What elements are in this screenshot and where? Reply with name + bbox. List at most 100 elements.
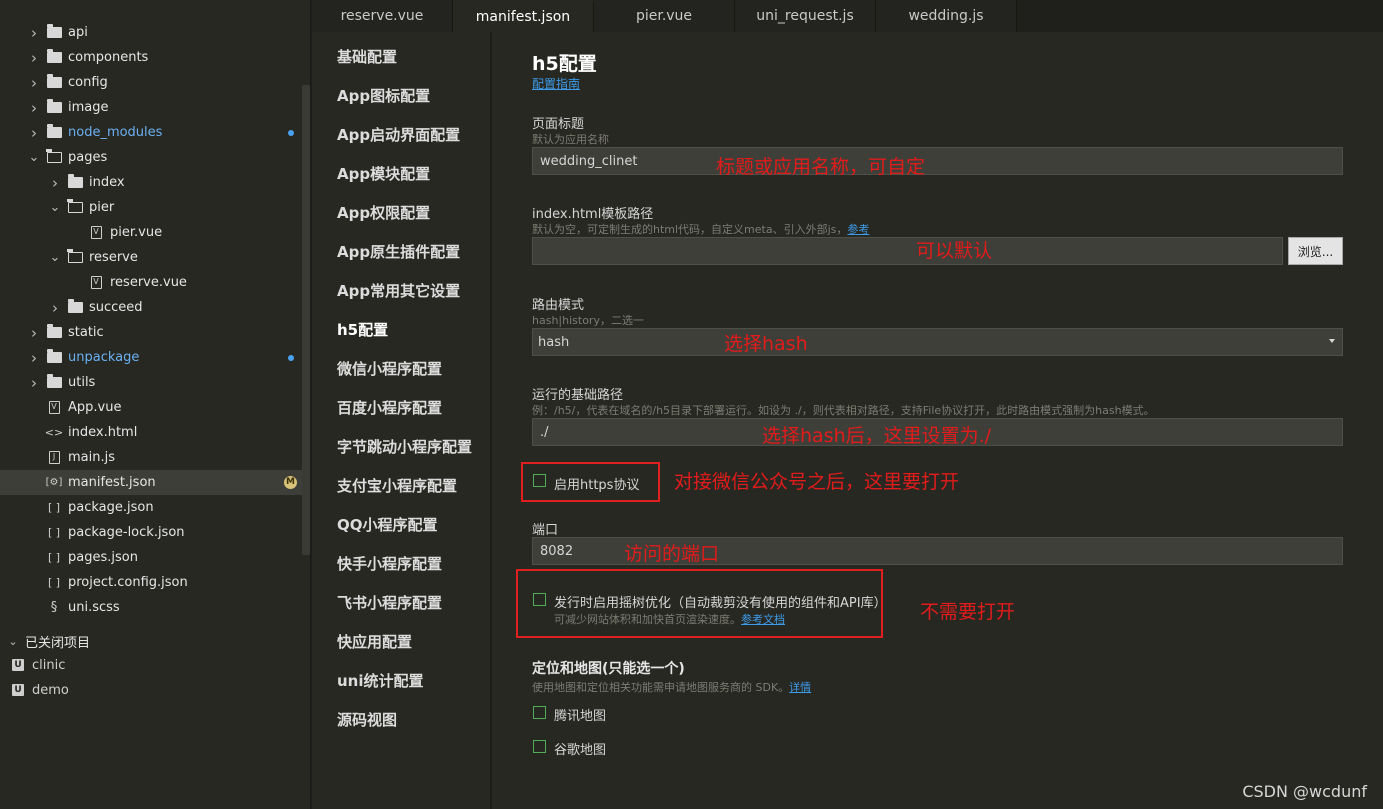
- settings-nav-item[interactable]: 快手小程序配置: [337, 553, 442, 574]
- file-item[interactable]: <> index.html: [0, 420, 302, 445]
- icon-glyph: [67, 299, 83, 313]
- dropdown-arrow-icon: [1329, 339, 1335, 343]
- settings-nav-item[interactable]: App启动界面配置: [337, 124, 460, 145]
- chevron-right-icon[interactable]: ›: [27, 74, 41, 92]
- settings-nav-item[interactable]: QQ小程序配置: [337, 514, 438, 535]
- icon-glyph: [67, 174, 83, 188]
- section-title: h5配置: [532, 53, 597, 75]
- chevron-right-icon[interactable]: ›: [27, 349, 41, 367]
- folder-icon: [46, 349, 62, 365]
- icon-glyph: [67, 199, 83, 213]
- settings-nav-item[interactable]: 百度小程序配置: [337, 397, 442, 418]
- chevron-down-icon[interactable]: ⌄: [27, 150, 41, 165]
- settings-nav-item[interactable]: App权限配置: [337, 202, 430, 223]
- router-mode-select[interactable]: hash: [532, 328, 1343, 356]
- chevron-right-icon[interactable]: ›: [27, 124, 41, 142]
- icon-glyph: [ ]: [47, 501, 61, 514]
- folder-open-icon: [67, 249, 83, 265]
- folder-icon: [67, 299, 83, 315]
- folder-item[interactable]: › node_modules: [0, 120, 302, 145]
- settings-nav-item[interactable]: 基础配置: [337, 46, 397, 67]
- closed-project-item[interactable]: U clinic: [0, 653, 302, 677]
- chevron-right-icon[interactable]: ›: [48, 299, 62, 317]
- template-reference-link[interactable]: 参考: [847, 223, 869, 236]
- settings-nav-item[interactable]: App原生插件配置: [337, 241, 460, 262]
- folder-item[interactable]: › unpackage: [0, 345, 302, 370]
- csdn-watermark: CSDN @wcdunf: [1242, 782, 1367, 801]
- router-mode-hint: hash|history，二选一: [532, 314, 644, 327]
- settings-nav-item[interactable]: 字节跳动小程序配置: [337, 436, 472, 457]
- settings-nav-item[interactable]: App常用其它设置: [337, 280, 460, 301]
- uni-project-icon: U: [12, 659, 24, 671]
- tree-shaking-hint-text: 可减少网站体积和加快首页渲染速度。: [554, 613, 741, 626]
- maps-detail-link[interactable]: 详情: [789, 681, 811, 694]
- folder-item[interactable]: › index: [0, 170, 302, 195]
- folder-item[interactable]: ⌄ pages: [0, 145, 302, 170]
- chevron-down-icon[interactable]: ⌄: [48, 250, 62, 265]
- settings-nav-item[interactable]: h5配置: [337, 319, 388, 340]
- closed-project-item[interactable]: U demo: [0, 678, 302, 702]
- tab-pier-vue[interactable]: pier.vue: [594, 0, 735, 32]
- tree-shaking-checkbox[interactable]: [533, 593, 546, 606]
- tab-wedding-js[interactable]: wedding.js: [876, 0, 1017, 32]
- html-file-icon: <>: [45, 426, 63, 440]
- settings-nav-item[interactable]: 微信小程序配置: [337, 358, 442, 379]
- chevron-right-icon[interactable]: ›: [27, 374, 41, 392]
- chevron-right-icon[interactable]: ›: [27, 24, 41, 42]
- folder-item[interactable]: › succeed: [0, 295, 302, 320]
- chevron-right-icon[interactable]: ›: [27, 99, 41, 117]
- page-title-input[interactable]: wedding_clinet: [532, 147, 1343, 175]
- folder-item[interactable]: ⌄ pier: [0, 195, 302, 220]
- config-guide-link[interactable]: 配置指南: [532, 75, 580, 92]
- chevron-down-icon[interactable]: ⌄: [48, 200, 62, 215]
- settings-nav-item[interactable]: 快应用配置: [337, 631, 412, 652]
- tab-reserve-vue[interactable]: reserve.vue: [312, 0, 453, 32]
- file-item[interactable]: V App.vue: [0, 395, 302, 420]
- template-path-input[interactable]: [532, 237, 1283, 265]
- file-item[interactable]: § uni.scss: [0, 595, 302, 620]
- settings-nav-item[interactable]: 支付宝小程序配置: [337, 475, 457, 496]
- file-item[interactable]: [ ] pages.json: [0, 545, 302, 570]
- google-map-checkbox[interactable]: [533, 740, 546, 753]
- tree-shaking-docs-link[interactable]: 参考文档: [741, 613, 785, 626]
- chevron-right-icon[interactable]: ›: [27, 324, 41, 342]
- settings-nav-item[interactable]: 飞书小程序配置: [337, 592, 442, 613]
- tab-uni-request-js[interactable]: uni_request.js: [735, 0, 876, 32]
- file-item[interactable]: [ ] package-lock.json: [0, 520, 302, 545]
- file-item[interactable]: [ ] project.config.json: [0, 570, 302, 595]
- folder-item[interactable]: ⌄ reserve: [0, 245, 302, 270]
- settings-nav-item[interactable]: App模块配置: [337, 163, 430, 184]
- folder-item[interactable]: › image: [0, 95, 302, 120]
- icon-glyph: [46, 24, 62, 38]
- file-item[interactable]: Vpier.vue: [0, 220, 302, 245]
- file-item[interactable]: Vreserve.vue: [0, 270, 302, 295]
- tab-manifest-json[interactable]: manifest.json: [453, 0, 594, 32]
- page-title-hint: 默认为应用名称: [532, 133, 609, 146]
- folder-item[interactable]: › components: [0, 45, 302, 70]
- modified-dot-icon: [288, 129, 294, 136]
- annotation-template: 可以默认: [916, 240, 993, 262]
- chevron-right-icon[interactable]: ›: [27, 49, 41, 67]
- browse-button[interactable]: 浏览...: [1288, 237, 1343, 265]
- tencent-map-checkbox[interactable]: [533, 706, 546, 719]
- folder-item[interactable]: › utils: [0, 370, 302, 395]
- folder-icon: [46, 374, 62, 390]
- https-checkbox[interactable]: [533, 474, 546, 487]
- file-item[interactable]: [ ] package.json: [0, 495, 302, 520]
- icon-glyph: V: [90, 226, 102, 239]
- file-item[interactable]: Jmain.js: [0, 445, 302, 470]
- json-file-icon: [ ]: [46, 526, 62, 540]
- chevron-right-icon[interactable]: ›: [48, 174, 62, 192]
- icon-glyph: [46, 49, 62, 63]
- explorer-scrollbar[interactable]: [302, 85, 310, 555]
- folder-item[interactable]: › config: [0, 70, 302, 95]
- folder-item[interactable]: › api: [0, 20, 302, 45]
- folder-item[interactable]: › static: [0, 320, 302, 345]
- settings-nav-item[interactable]: App图标配置: [337, 85, 430, 106]
- settings-nav-item[interactable]: uni统计配置: [337, 670, 424, 691]
- file-item[interactable]: [⚙] manifest.json M: [0, 470, 302, 495]
- closed-projects-header[interactable]: ⌄ 已关闭项目: [0, 629, 302, 653]
- settings-nav-item[interactable]: 源码视图: [337, 709, 397, 730]
- json-file-icon: [ ]: [46, 576, 62, 590]
- icon-glyph: [46, 74, 62, 88]
